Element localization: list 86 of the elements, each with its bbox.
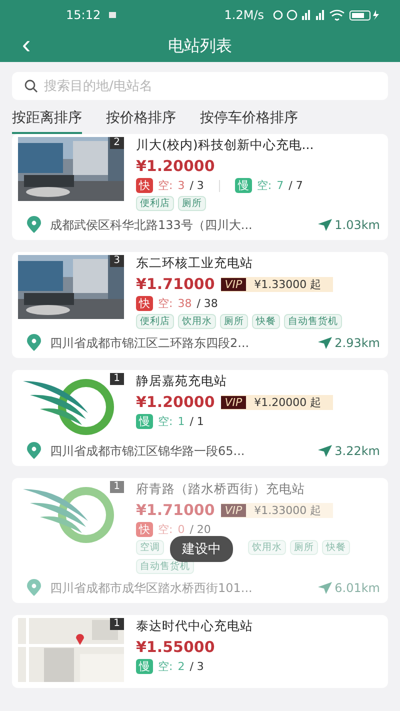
total-count: / 20 — [190, 523, 211, 536]
station-card[interactable]: 1 泰达时代中心充电站 ¥1.55000 慢 空: 2 / 3 — [12, 615, 388, 688]
search-icon — [24, 79, 38, 93]
distance: 2.93km — [334, 336, 380, 350]
total-count: / 7 — [288, 179, 303, 192]
charger-type-badge: 慢 — [136, 659, 153, 674]
sort-tab[interactable]: 按停车价格排序 — [200, 104, 298, 134]
search-field[interactable]: 搜索目的地/电站名 — [12, 72, 388, 100]
total-count: / 3 — [190, 179, 204, 192]
notification-icon — [108, 12, 116, 18]
navigation-arrow-icon — [316, 581, 333, 595]
amenity-tag: 便利店 — [136, 314, 174, 329]
amenity-tag: 便利店 — [136, 196, 174, 211]
availability-label: 空: — [158, 296, 173, 311]
price: ¥1.71000 — [136, 275, 215, 293]
location-pin-icon — [26, 334, 42, 352]
photo-count-badge: 1 — [110, 481, 124, 493]
free-count: 38 — [178, 297, 192, 310]
price: ¥1.20000 — [136, 157, 215, 175]
back-button[interactable]: ‹ — [16, 30, 37, 58]
price: ¥1.71000 — [136, 501, 215, 519]
sort-tab[interactable]: 按价格排序 — [106, 104, 176, 134]
vip-price: ¥1.20000 起 — [254, 394, 322, 410]
distance: 6.01km — [334, 581, 380, 595]
station-address: 四川省成都市锦江区二环路东四段2... — [50, 334, 250, 352]
free-count: 0 — [178, 523, 185, 536]
availability-label: 空: — [158, 522, 173, 537]
toast-message: 建设中 — [170, 536, 233, 562]
amenity-tag: 空调 — [136, 540, 164, 555]
station-card[interactable]: 3 东二环核工业充电站 ¥1.71000 VIP ¥1.33000 起 快 空: 38 / 38 便利店 饮用水 厕所 快餐 自动售货机 四川省成都市锦江区二环路东四段2... 2.93km — [12, 252, 388, 358]
station-card[interactable]: 1 静居嘉苑充电站 ¥1.20000 VIP ¥1.20000 起 慢 空: 1 / 1 四川省成都市锦江区锦华路一段65... 3.22km — [12, 370, 388, 466]
charger-type-badge: 快 — [136, 178, 153, 193]
photo-count-badge: 3 — [110, 255, 124, 267]
amenity-tag: 厕所 — [178, 196, 206, 211]
price: ¥1.20000 — [136, 393, 215, 411]
availability-label: 空: — [158, 178, 173, 193]
station-name: 府青路（踏水桥西街）充电站 — [136, 481, 306, 498]
free-count: 7 — [276, 179, 284, 192]
availability-label: 空: — [158, 414, 173, 429]
photo-count-badge: 1 — [110, 373, 124, 385]
charger-type-badge: 快 — [136, 296, 153, 311]
charger-type-badge: 慢 — [136, 414, 153, 429]
navigation-arrow-icon — [316, 336, 333, 350]
photo-count-badge: 1 — [110, 618, 124, 630]
availability-label: 空: — [256, 178, 272, 193]
location-pin-icon — [26, 216, 42, 234]
free-count: 3 — [178, 179, 185, 192]
location-pin-icon — [26, 442, 42, 460]
amenity-tag: 饮用水 — [248, 540, 286, 555]
navigation-arrow-icon — [316, 444, 333, 458]
charger-type-badge: 慢 — [234, 178, 252, 193]
vip-label: VIP — [220, 504, 246, 516]
amenity-tag: 厕所 — [290, 540, 318, 555]
station-address: 四川省成都市成华区踏水桥西街101... — [50, 580, 254, 596]
photo-count-badge: 2 — [110, 137, 124, 149]
amenity-tag: 厕所 — [220, 314, 248, 329]
navigation-arrow-icon — [316, 218, 333, 232]
station-card[interactable]: 2 川大(校内)科技创新中心充电... ¥1.20000 快 空: 3 / 3 慢 空: 7 / 7 便利店 厕所 成都武侯区科华北路133号（四川大... 1.03km — [12, 134, 388, 240]
free-count: 1 — [178, 415, 185, 428]
price: ¥1.55000 — [136, 638, 215, 656]
amenity-tag: 自动售货机 — [284, 314, 342, 329]
vip-label: VIP — [220, 278, 246, 290]
total-count: / 1 — [190, 415, 204, 428]
station-name: 静居嘉苑充电站 — [136, 373, 228, 390]
total-count: / 3 — [190, 660, 204, 673]
station-name: 川大(校内)科技创新中心充电... — [136, 137, 315, 154]
distance: 3.22km — [334, 444, 380, 458]
location-pin-icon — [26, 579, 42, 597]
free-count: 2 — [178, 660, 185, 673]
vip-label: VIP — [220, 396, 246, 408]
network-speed: 1.2M/s — [224, 8, 264, 22]
amenity-tag: 快餐 — [322, 540, 350, 555]
vip-price: ¥1.33000 起 — [254, 502, 322, 518]
status-time: 15:12 — [66, 8, 101, 22]
vip-price: ¥1.33000 起 — [254, 276, 322, 292]
total-count: / 38 — [196, 297, 218, 310]
page-title: 电站列表 — [168, 36, 232, 56]
availability-label: 空: — [158, 659, 173, 674]
station-name: 东二环核工业充电站 — [136, 255, 254, 272]
station-address: 四川省成都市锦江区锦华路一段65... — [50, 442, 246, 460]
amenity-tag: 快餐 — [252, 314, 280, 329]
charger-type-badge: 快 — [136, 522, 153, 537]
station-name: 泰达时代中心充电站 — [136, 618, 254, 635]
station-address: 成都武侯区科华北路133号（四川大... — [50, 216, 254, 234]
amenity-tag: 饮用水 — [178, 314, 216, 329]
distance: 1.03km — [334, 218, 380, 232]
